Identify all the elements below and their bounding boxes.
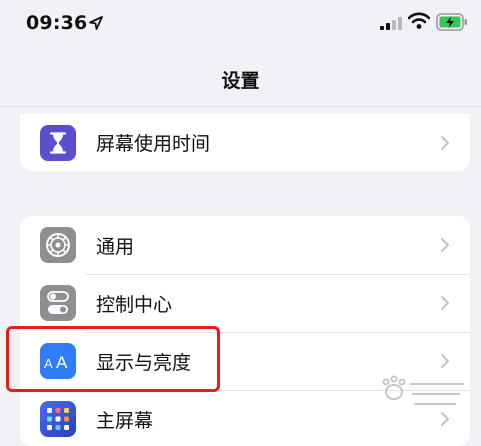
location-arrow-icon xyxy=(89,16,103,30)
settings-row-screen-time[interactable]: 屏幕使用时间 xyxy=(20,114,470,171)
settings-row-control-center[interactable]: 控制中心 xyxy=(20,274,470,332)
page-title: 设置 xyxy=(221,70,260,92)
chevron-right-icon xyxy=(441,354,449,368)
status-bar: 09:36 xyxy=(0,0,481,52)
nav-divider xyxy=(0,106,481,107)
settings-row-label: 控制中心 xyxy=(96,293,173,316)
wifi-icon xyxy=(408,12,430,29)
highlight-annotation xyxy=(6,326,220,392)
settings-group-screen-time: 屏幕使用时间 xyxy=(20,114,470,171)
settings-row-general[interactable]: 通用 xyxy=(20,216,470,274)
toggles-icon xyxy=(40,285,76,321)
battery-charging-icon xyxy=(436,13,467,31)
settings-row-label: 屏幕使用时间 xyxy=(96,133,211,155)
watermark-logo xyxy=(382,375,464,405)
cellular-signal-icon xyxy=(380,17,402,30)
chevron-right-icon xyxy=(441,296,449,310)
chevron-right-icon xyxy=(441,135,449,150)
gear-icon xyxy=(40,227,76,263)
settings-row-label: 通用 xyxy=(96,235,135,258)
app-grid-icon xyxy=(40,401,76,437)
hourglass-icon xyxy=(40,124,76,161)
settings-row-label: 主屏幕 xyxy=(96,409,154,432)
status-time: 09:36 xyxy=(26,12,88,34)
chevron-right-icon xyxy=(441,238,449,252)
